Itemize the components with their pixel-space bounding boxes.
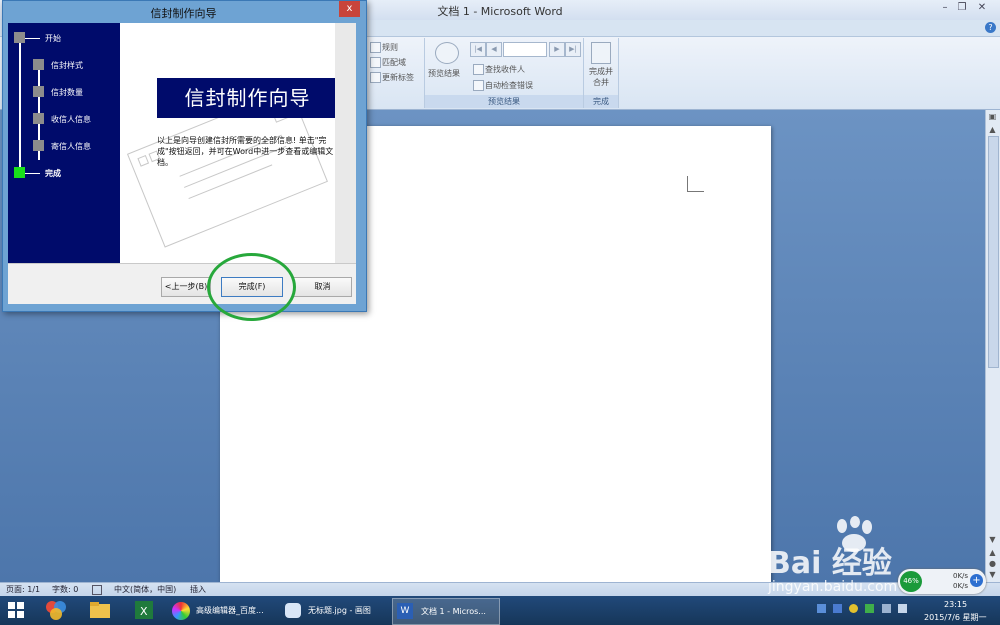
find-recipient-icon <box>473 64 484 75</box>
first-record-button[interactable]: |◀ <box>470 42 486 57</box>
step-marker <box>33 140 44 151</box>
paint-icon <box>285 603 301 618</box>
auto-check-errors-button[interactable]: 自动检查错误 <box>485 80 533 91</box>
wizard-step-sender-info[interactable]: 寄信人信息 <box>51 141 91 152</box>
back-button[interactable]: <上一步(B) <box>161 277 211 297</box>
volume-icon[interactable] <box>898 604 907 613</box>
scroll-down-arrow-icon[interactable]: ▼ <box>988 535 997 544</box>
clock-time[interactable]: 23:15 <box>944 600 967 609</box>
network-icon[interactable] <box>882 604 891 613</box>
rules-button[interactable]: 规则 <box>382 42 398 53</box>
find-recipient-button[interactable]: 查找收件人 <box>485 64 525 75</box>
cancel-button[interactable]: 取消 <box>293 277 352 297</box>
file-explorer-icon[interactable] <box>88 599 112 621</box>
auto-check-errors-icon <box>473 80 484 91</box>
taskbar-task-browser[interactable]: 高级编辑器_百度... <box>170 598 278 623</box>
taskbar-task-word[interactable]: W 文档 1 - Micros... <box>392 598 500 625</box>
last-record-button[interactable]: ▶| <box>565 42 581 57</box>
steps-timeline-line <box>19 40 21 175</box>
status-word-count[interactable]: 字数: 0 <box>52 584 78 595</box>
status-language[interactable]: 中文(简体，中国) <box>114 584 176 595</box>
record-number-input[interactable] <box>503 42 547 57</box>
wizard-step-start[interactable]: 开始 <box>45 33 61 44</box>
scrollbar-thumb[interactable] <box>988 136 999 368</box>
network-percent-badge: 46% <box>900 571 922 592</box>
match-fields-button[interactable]: 匹配域 <box>382 57 406 68</box>
match-fields-icon <box>370 57 381 68</box>
tray-icon[interactable] <box>817 604 826 613</box>
dialog-close-button[interactable]: x <box>339 1 360 17</box>
upload-speed: 0K/s <box>953 572 969 580</box>
close-window-button[interactable]: ✕ <box>972 1 992 15</box>
plus-icon[interactable]: + <box>970 574 983 587</box>
wizard-heading: 信封制作向导 <box>157 78 338 118</box>
wizard-step-recipient-info[interactable]: 收信人信息 <box>51 114 91 125</box>
task-label: 文档 1 - Micros... <box>421 607 486 616</box>
browse-object-icon[interactable]: ● <box>988 559 997 568</box>
highlight-circle-annotation <box>207 253 296 321</box>
svg-text:X: X <box>140 605 148 618</box>
preview-results-button[interactable]: 预览结果 <box>428 68 460 79</box>
wizard-step-envelope-style[interactable]: 信封样式 <box>51 60 83 71</box>
app-launcher-icon[interactable] <box>44 599 68 621</box>
windows-start-icon[interactable] <box>8 602 25 619</box>
word-icon: W <box>397 603 413 619</box>
browser-icon <box>172 602 190 620</box>
status-page[interactable]: 页面: 1/1 <box>6 584 40 595</box>
finish-merge-icon <box>591 42 611 64</box>
margin-corner-mark <box>687 191 704 192</box>
taskbar-task-paint[interactable]: 无标题.jpg - 画图 <box>282 598 388 623</box>
help-icon[interactable]: ? <box>985 22 996 33</box>
update-labels-icon <box>370 72 381 83</box>
rules-icon <box>370 42 381 53</box>
content-scroll-strip <box>335 23 356 263</box>
wizard-step-finish[interactable]: 完成 <box>45 168 61 179</box>
step-marker <box>33 86 44 97</box>
restore-button[interactable]: ❐ <box>952 1 972 15</box>
next-record-button[interactable]: ▶ <box>549 42 565 57</box>
task-label: 无标题.jpg - 画图 <box>308 606 371 615</box>
update-labels-button[interactable]: 更新标签 <box>382 72 414 83</box>
watermark-url: jingyan.baidu.com <box>768 579 898 595</box>
scroll-up-arrow-icon[interactable]: ▲ <box>988 125 997 134</box>
watermark-brand: Bai 经验 <box>768 546 892 581</box>
finish-merge-button[interactable]: 完成并合并 <box>586 66 616 88</box>
tray-icon[interactable] <box>833 604 842 613</box>
step-marker <box>33 113 44 124</box>
security-shield-icon[interactable] <box>865 604 874 613</box>
proofing-icon[interactable] <box>92 585 102 595</box>
wizard-description: 以上是向导创建信封所需要的全部信息! 单击"完成"按钮返回，并可在Word中进一… <box>157 136 334 167</box>
preview-results-icon <box>435 42 459 64</box>
step-marker <box>33 59 44 70</box>
ribbon-group-finish: 完成并合并 完成 <box>584 38 619 108</box>
step-marker <box>14 32 25 43</box>
status-insert-mode[interactable]: 插入 <box>190 584 206 595</box>
dialog-title: 信封制作向导 <box>150 7 217 20</box>
next-page-icon[interactable]: ▼ <box>988 570 997 579</box>
previous-record-button[interactable]: ◀ <box>486 42 502 57</box>
excel-icon[interactable]: X <box>132 599 156 621</box>
preview-group-label: 预览结果 <box>425 95 583 108</box>
finish-group-label: 完成 <box>584 95 618 108</box>
ribbon-group-write-insert: 规则 匹配域 更新标签 <box>366 38 425 108</box>
margin-corner-mark <box>687 176 688 192</box>
wizard-step-envelope-count[interactable]: 信封数量 <box>51 87 83 98</box>
ruler-toggle-icon[interactable]: ▣ <box>988 112 997 121</box>
download-speed: 0K/s <box>953 582 969 590</box>
tray-icon[interactable] <box>849 604 858 613</box>
task-label: 高级编辑器_百度... <box>196 606 264 615</box>
previous-page-icon[interactable]: ▲ <box>988 548 997 557</box>
clock-date[interactable]: 2015/7/6 星期一 <box>924 612 986 623</box>
dialog-divider <box>8 263 356 264</box>
step-marker-active <box>14 167 25 178</box>
